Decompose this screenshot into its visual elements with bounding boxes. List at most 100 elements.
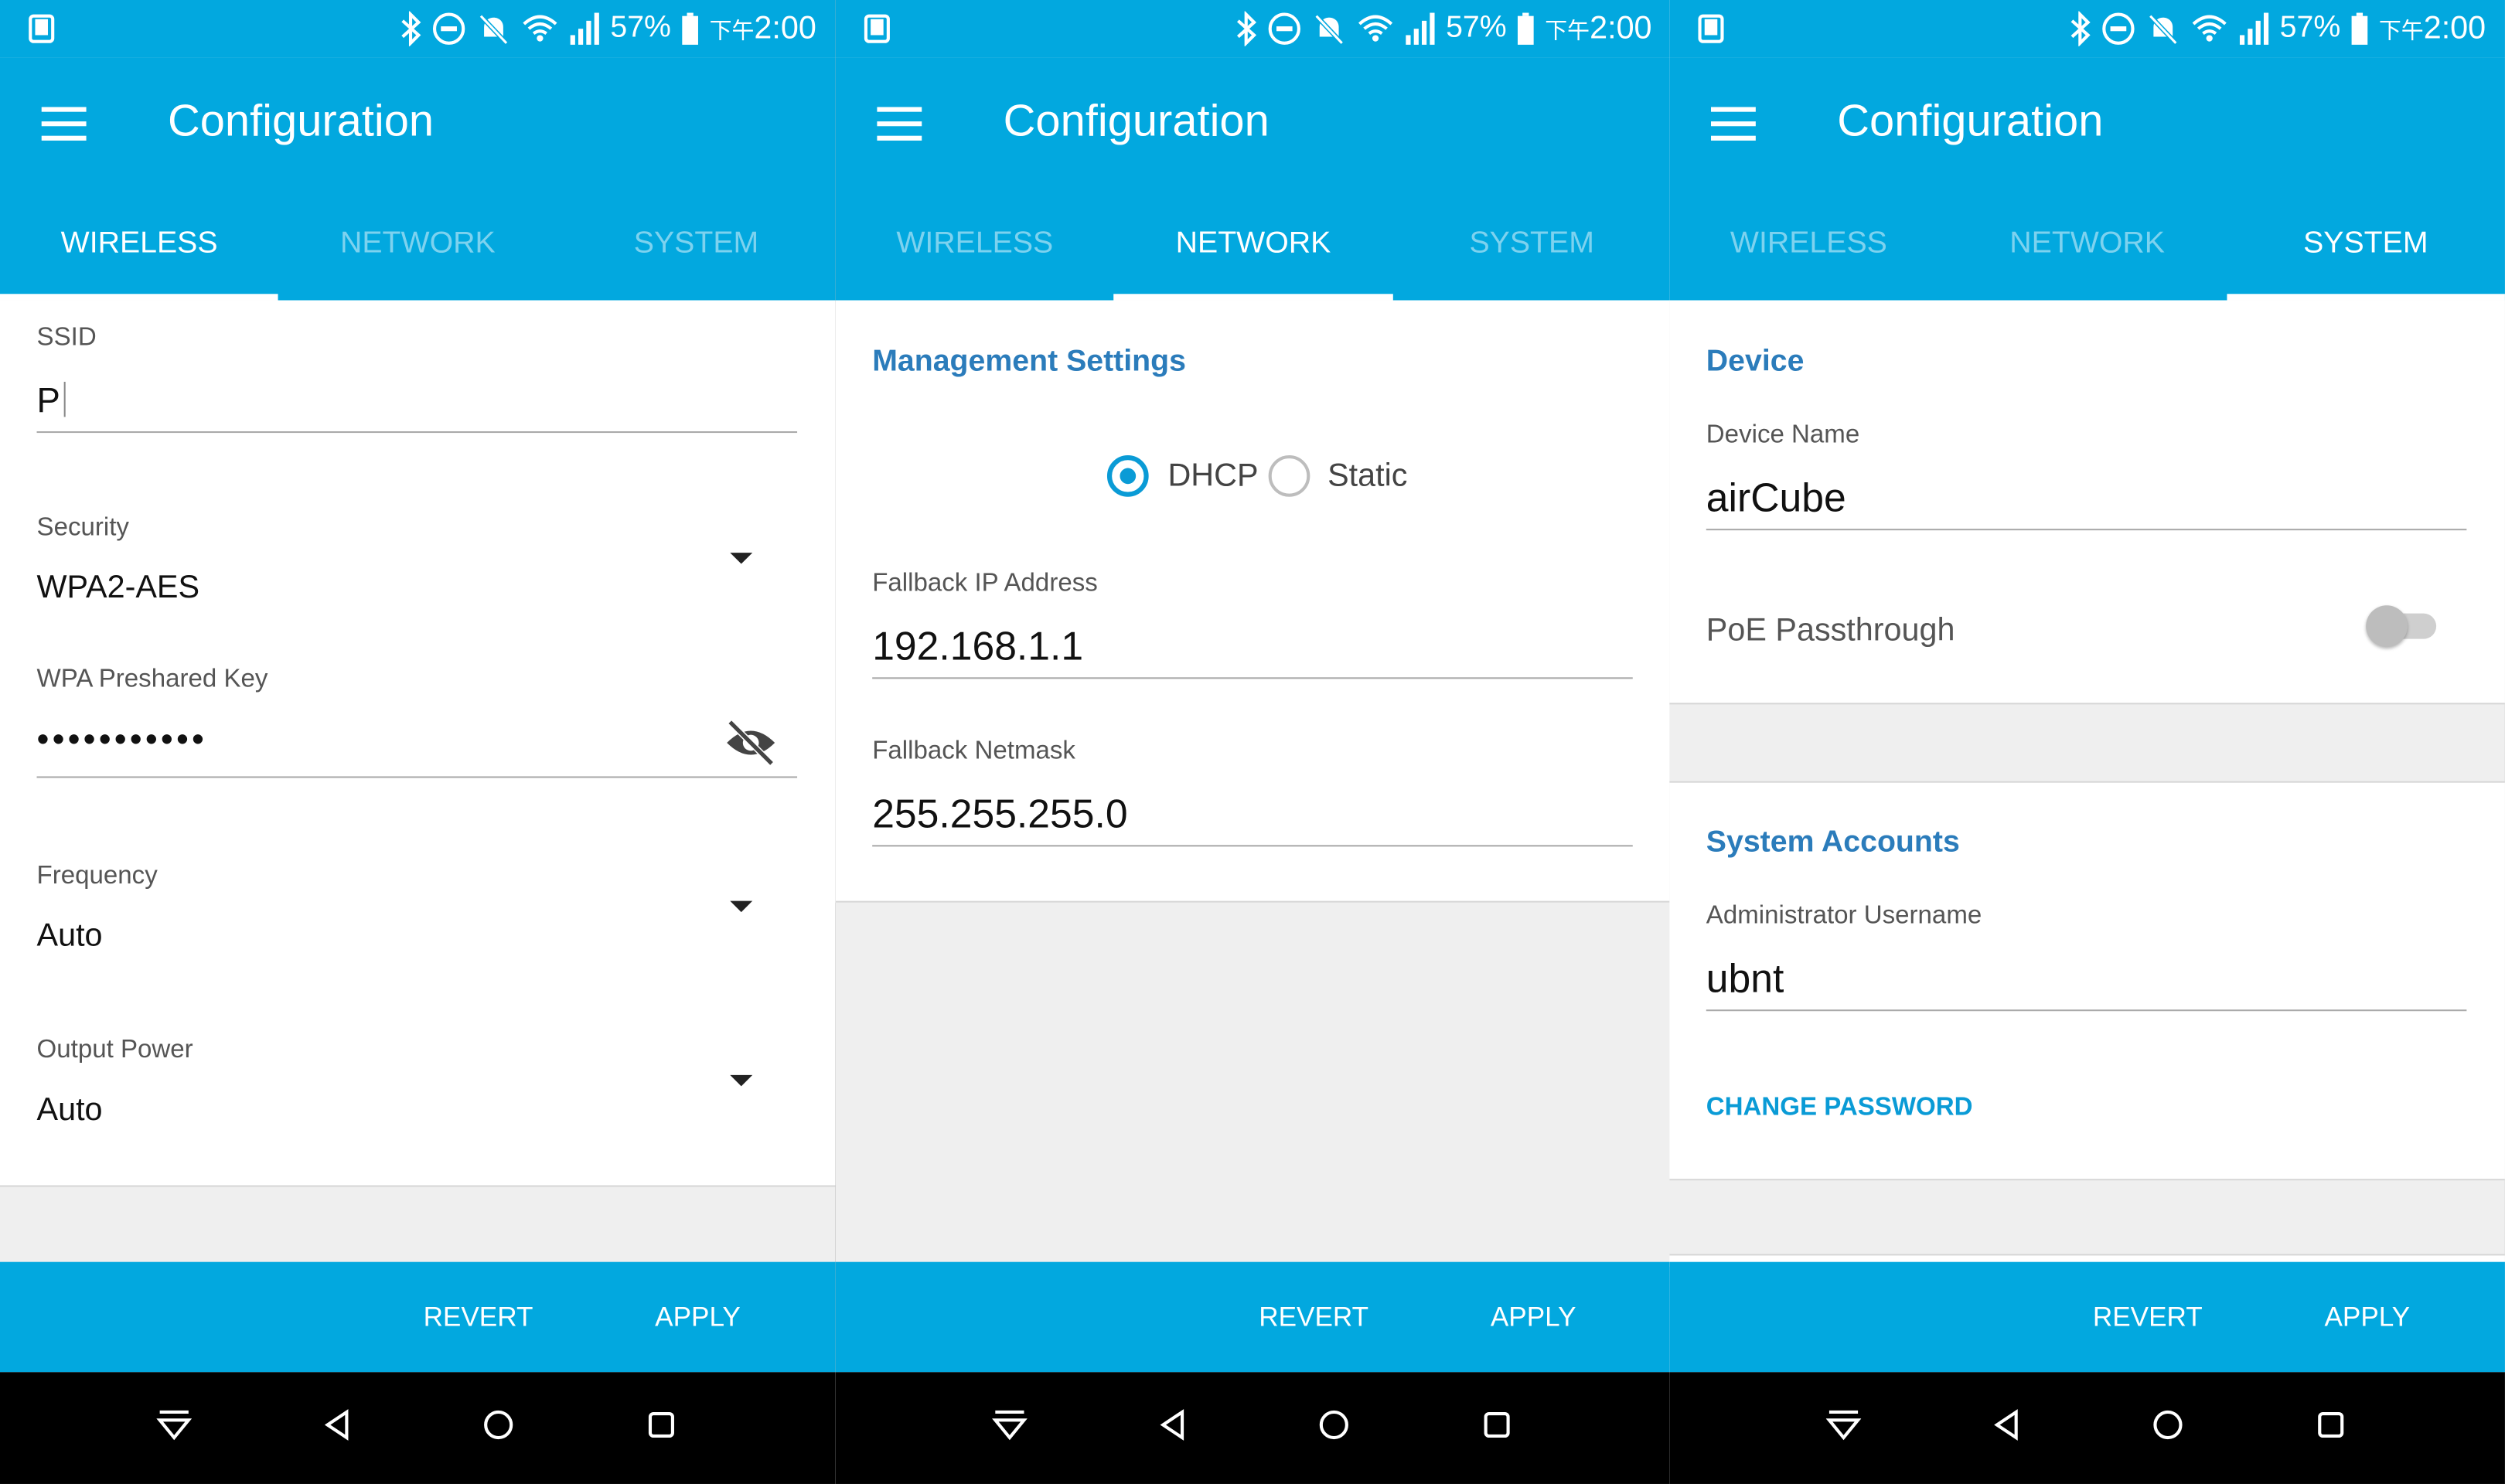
- bluetooth-icon: [401, 11, 421, 46]
- psk-label: WPA Preshared Key: [36, 665, 268, 693]
- ssid-underline: [36, 431, 798, 434]
- fallback-ip-label: Fallback IP Address: [872, 570, 1098, 597]
- admin-username-underline: [1706, 1009, 2467, 1012]
- home-icon[interactable]: [1317, 1407, 1351, 1442]
- action-bar: REVERT APPLY: [0, 1261, 836, 1373]
- section-title: Management Settings: [872, 345, 1186, 379]
- battery-icon: [1518, 12, 1534, 45]
- fallback-netmask-input[interactable]: 255.255.255.0: [872, 792, 1127, 839]
- tab-wireless[interactable]: WIRELESS: [1669, 192, 1948, 301]
- screen-network: 57% 下午2:00 Configuration WIRELESS NETWOR…: [835, 0, 1672, 1484]
- fallback-ip-underline: [872, 677, 1633, 679]
- app-bar: Configuration: [0, 57, 836, 192]
- clock: 下午2:00: [1545, 10, 1652, 46]
- security-select[interactable]: WPA2-AES: [37, 570, 200, 608]
- fallback-ip-input[interactable]: 192.168.1.1: [872, 625, 1083, 671]
- static-label: Static: [1327, 458, 1408, 494]
- ssid-input[interactable]: P: [37, 380, 66, 422]
- tab-wireless[interactable]: WIRELESS: [836, 192, 1114, 301]
- admin-username-label: Administrator Username: [1706, 902, 1982, 930]
- home-icon[interactable]: [481, 1407, 516, 1442]
- change-password-button[interactable]: CHANGE PASSWORD: [1706, 1094, 1973, 1123]
- visibility-off-icon[interactable]: [724, 719, 778, 767]
- home-icon[interactable]: [2150, 1407, 2185, 1442]
- tab-system[interactable]: SYSTEM: [2226, 192, 2505, 301]
- mute-bell-icon: [2149, 14, 2178, 45]
- action-bar: REVERT APPLY: [1669, 1261, 2505, 1373]
- revert-button[interactable]: REVERT: [424, 1262, 533, 1373]
- tab-system[interactable]: SYSTEM: [557, 192, 835, 301]
- clock: 下午2:00: [2378, 10, 2486, 46]
- system-accounts-card: System Accounts Administrator Username u…: [1669, 781, 2505, 1181]
- mute-bell-icon: [479, 14, 509, 45]
- screen-system: 57% 下午2:00 Configuration WIRELESS NETWOR…: [1669, 0, 2505, 1484]
- clock: 下午2:00: [709, 10, 816, 46]
- security-dropdown-arrow-icon[interactable]: [730, 553, 753, 564]
- apply-button[interactable]: APPLY: [655, 1262, 741, 1373]
- do-not-disturb-icon: [2102, 12, 2135, 45]
- bluetooth-icon: [1237, 11, 1257, 46]
- back-icon[interactable]: [319, 1407, 354, 1442]
- bluetooth-icon: [2070, 11, 2091, 46]
- dhcp-label: DHCP: [1167, 458, 1259, 494]
- tab-wireless[interactable]: WIRELESS: [0, 192, 279, 301]
- notification-pull-icon[interactable]: [1825, 1407, 1862, 1442]
- fallback-netmask-underline: [872, 845, 1633, 847]
- device-name-input[interactable]: airCube: [1706, 476, 1846, 522]
- frequency-label: Frequency: [36, 863, 158, 890]
- app-bar: Configuration: [1669, 57, 2505, 192]
- page-title: Configuration: [167, 96, 435, 146]
- management-settings-card: Management Settings DHCP Static Fallback…: [835, 300, 1672, 903]
- tab-network[interactable]: NETWORK: [1113, 192, 1393, 301]
- status-bar: 57% 下午2:00: [0, 0, 836, 58]
- device-card: Device Device Name airCube PoE Passthrou…: [1669, 300, 2505, 705]
- do-not-disturb-icon: [1268, 12, 1301, 45]
- screen-wireless: 57% 下午2:00 Configuration WIRELESS NETWOR…: [0, 0, 836, 1484]
- battery-percent: 57%: [2279, 11, 2341, 45]
- recents-icon[interactable]: [2313, 1407, 2348, 1442]
- psk-underline: [36, 776, 798, 778]
- hamburger-menu-icon[interactable]: [39, 99, 90, 150]
- output-power-select[interactable]: Auto: [37, 1093, 103, 1130]
- wifi-icon: [2192, 15, 2227, 42]
- poe-passthrough-toggle[interactable]: [2366, 604, 2442, 648]
- frequency-select[interactable]: Auto: [37, 918, 103, 955]
- recents-icon[interactable]: [644, 1407, 679, 1442]
- wifi-icon: [523, 15, 557, 42]
- ssid-label: SSID: [36, 324, 97, 352]
- battery-icon: [682, 12, 699, 45]
- action-bar: REVERT APPLY: [835, 1261, 1672, 1373]
- wireless-settings-card: SSID P Security WPA2-AES WPA Preshared K…: [0, 300, 836, 1187]
- signal-icon: [570, 12, 599, 45]
- notification-pull-icon[interactable]: [156, 1407, 192, 1442]
- recents-icon[interactable]: [1479, 1407, 1514, 1442]
- apply-button[interactable]: APPLY: [1491, 1262, 1576, 1373]
- dhcp-radio[interactable]: [1106, 455, 1149, 497]
- apply-button[interactable]: APPLY: [2324, 1262, 2410, 1373]
- wifi-icon: [1358, 15, 1393, 42]
- revert-button[interactable]: REVERT: [2093, 1262, 2203, 1373]
- hamburger-menu-icon[interactable]: [874, 99, 925, 150]
- back-icon[interactable]: [1989, 1407, 2024, 1442]
- tab-network[interactable]: NETWORK: [278, 192, 557, 301]
- page-title: Configuration: [1003, 96, 1270, 146]
- device-section-title: Device: [1706, 345, 1805, 379]
- status-bar: 57% 下午2:00: [835, 0, 1672, 58]
- admin-username-input[interactable]: ubnt: [1706, 957, 1784, 1003]
- screen-rotation-icon: [1698, 14, 1724, 43]
- back-icon[interactable]: [1155, 1407, 1190, 1442]
- frequency-dropdown-arrow-icon[interactable]: [730, 900, 753, 913]
- screen-rotation-icon: [864, 14, 890, 43]
- hamburger-menu-icon[interactable]: [1708, 99, 1759, 150]
- page-title: Configuration: [1837, 96, 2104, 146]
- security-label: Security: [36, 514, 129, 542]
- device-name-label: Device Name: [1706, 421, 1860, 449]
- tab-system[interactable]: SYSTEM: [1392, 192, 1671, 301]
- mute-bell-icon: [1314, 14, 1345, 45]
- notification-pull-icon[interactable]: [992, 1407, 1028, 1442]
- revert-button[interactable]: REVERT: [1259, 1262, 1368, 1373]
- static-radio[interactable]: [1268, 455, 1310, 497]
- psk-input[interactable]: •••••••••••: [37, 719, 208, 761]
- output-power-dropdown-arrow-icon[interactable]: [730, 1074, 753, 1087]
- tab-network[interactable]: NETWORK: [1948, 192, 2226, 301]
